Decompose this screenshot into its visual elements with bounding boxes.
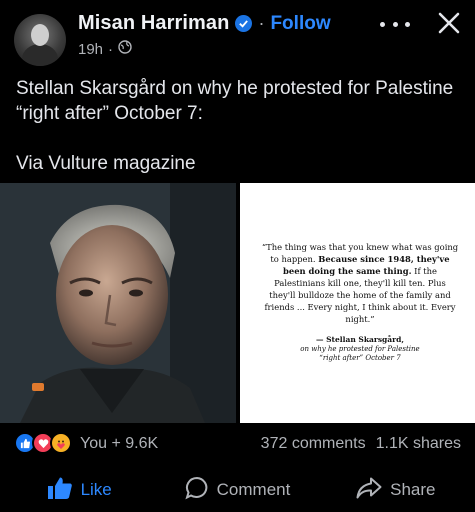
comment-label: Comment bbox=[216, 480, 291, 499]
reaction-icons[interactable] bbox=[14, 432, 78, 454]
shares-count[interactable]: 1.1K shares bbox=[376, 435, 461, 453]
engagement-stats: 372 comments 1.1K shares bbox=[261, 435, 461, 453]
post-meta: 19h · bbox=[78, 40, 132, 58]
close-icon[interactable] bbox=[434, 8, 464, 38]
follow-button[interactable]: Follow bbox=[270, 13, 330, 35]
author-row: Misan Harriman · Follow bbox=[78, 12, 331, 35]
separator: · bbox=[258, 13, 265, 33]
verified-badge-icon bbox=[235, 15, 253, 32]
post-text-line: Via Vulture magazine bbox=[16, 153, 196, 174]
globe-icon bbox=[118, 40, 132, 58]
comments-count[interactable]: 372 comments bbox=[261, 435, 366, 453]
portrait-photo[interactable] bbox=[0, 183, 236, 423]
quote-card[interactable]: “The thing was that you knew what was go… bbox=[240, 183, 475, 423]
action-bar: Like Comment Share bbox=[0, 470, 475, 510]
like-button[interactable]: Like bbox=[0, 470, 158, 510]
comment-bubble-icon bbox=[185, 476, 209, 505]
share-button[interactable]: Share bbox=[317, 470, 475, 510]
attribution-name: — Stellan Skarsgård, bbox=[316, 335, 404, 344]
reactions-count[interactable]: You + 9.6K bbox=[80, 435, 158, 453]
quote-attribution: — Stellan Skarsgård, on why he protested… bbox=[260, 335, 460, 363]
reactions-bar: You + 9.6K 372 comments 1.1K shares bbox=[0, 428, 475, 458]
attribution-context: on why he protested for Palestine bbox=[300, 345, 420, 353]
attribution-context: “right after” October 7 bbox=[319, 354, 401, 362]
comment-button[interactable]: Comment bbox=[158, 470, 316, 510]
post-media[interactable]: “The thing was that you knew what was go… bbox=[0, 183, 475, 423]
like-label: Like bbox=[80, 480, 112, 499]
thumbs-up-icon bbox=[47, 476, 73, 505]
share-arrow-icon bbox=[356, 477, 382, 504]
separator: · bbox=[108, 40, 114, 58]
post-text-line: Stellan Skarsgård on why he protested fo… bbox=[16, 78, 454, 124]
quote-text: “The thing was that you knew what was go… bbox=[260, 241, 460, 325]
author-name[interactable]: Misan Harriman bbox=[78, 12, 229, 35]
avatar[interactable] bbox=[14, 14, 66, 66]
more-icon[interactable] bbox=[380, 14, 410, 34]
care-reaction-icon bbox=[50, 432, 72, 454]
post-time[interactable]: 19h bbox=[78, 41, 103, 58]
post-header: Misan Harriman · Follow 19h · bbox=[0, 0, 475, 72]
share-label: Share bbox=[390, 480, 436, 499]
